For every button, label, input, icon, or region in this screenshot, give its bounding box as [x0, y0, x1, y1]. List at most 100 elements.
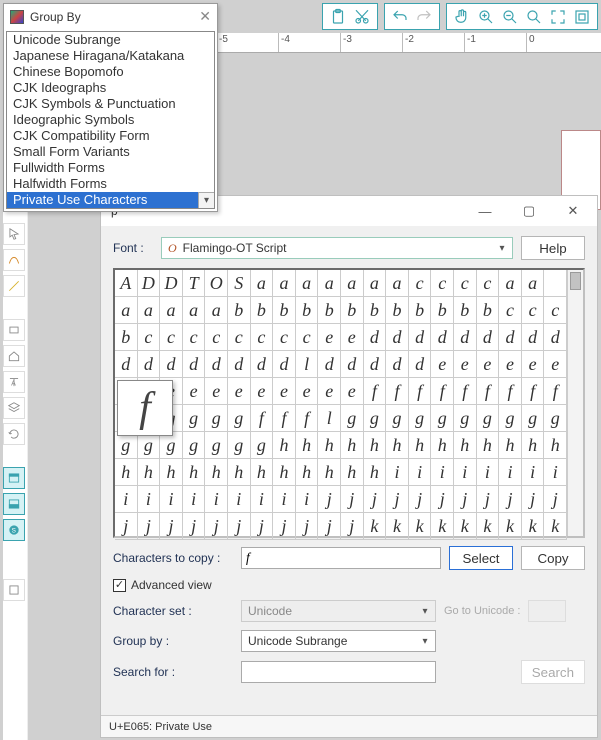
groupby-item[interactable]: CJK Compatibility Form — [7, 128, 214, 144]
glyph-cell[interactable]: l — [318, 405, 341, 432]
glyph-cell[interactable]: h — [341, 459, 364, 486]
groupby-item[interactable]: Unicode Subrange — [7, 32, 214, 48]
zoom-out-icon[interactable] — [499, 6, 521, 28]
glyph-cell[interactable]: f — [364, 378, 387, 405]
glyph-cell[interactable]: g — [183, 405, 206, 432]
glyph-cell[interactable]: c — [251, 324, 274, 351]
glyph-cell[interactable]: j — [477, 486, 500, 513]
glyph-cell[interactable]: j — [431, 486, 454, 513]
glyph-cell[interactable]: b — [318, 297, 341, 324]
charset-combo[interactable]: Unicode ▾ — [241, 600, 436, 622]
glyph-grid[interactable]: ADDTOSaaaaaaaccccaa aaaaabbbbbbbbbbbbccc… — [115, 270, 567, 536]
glyph-cell[interactable]: f — [409, 378, 432, 405]
glyph-cell[interactable]: i — [296, 486, 319, 513]
glyph-cell[interactable]: i — [477, 459, 500, 486]
glyph-cell[interactable]: d — [228, 351, 251, 378]
glyph-cell[interactable]: f — [296, 405, 319, 432]
glyph-cell[interactable]: a — [318, 270, 341, 297]
glyph-cell[interactable]: d — [409, 324, 432, 351]
glyph-cell[interactable]: e — [341, 378, 364, 405]
glyph-cell[interactable]: j — [183, 513, 206, 540]
glyph-cell[interactable]: d — [386, 324, 409, 351]
undo-icon[interactable] — [389, 6, 411, 28]
glyph-cell[interactable]: i — [160, 486, 183, 513]
glyph-cell[interactable]: j — [273, 513, 296, 540]
glyph-cell[interactable]: a — [296, 270, 319, 297]
glyph-cell[interactable]: e — [499, 351, 522, 378]
groupby-item[interactable]: CJK Ideographs — [7, 80, 214, 96]
groupby-list[interactable]: Unicode SubrangeJapanese Hiragana/Kataka… — [7, 32, 214, 208]
font-select[interactable]: O Flamingo-OT Script ▾ — [161, 237, 513, 259]
glyph-cell[interactable]: j — [522, 486, 545, 513]
goto-input[interactable] — [528, 600, 566, 622]
glyph-cell[interactable]: h — [228, 459, 251, 486]
glyph-cell[interactable]: d — [364, 324, 387, 351]
glyph-cell[interactable]: i — [251, 486, 274, 513]
search-button[interactable]: Search — [521, 660, 585, 684]
groupby-item[interactable]: Halfwidth Forms — [7, 176, 214, 192]
glyph-cell[interactable]: c — [160, 324, 183, 351]
glyph-cell[interactable]: d — [499, 324, 522, 351]
glyph-cell[interactable]: b — [341, 297, 364, 324]
glyph-cell[interactable]: h — [477, 432, 500, 459]
glyph-cell[interactable]: S — [228, 270, 251, 297]
glyph-cell[interactable]: h — [273, 432, 296, 459]
glyph-cell[interactable]: d — [544, 324, 567, 351]
minimize-button[interactable]: — — [463, 197, 507, 225]
glyph-cell[interactable]: i — [205, 486, 228, 513]
glyph-cell[interactable]: c — [296, 324, 319, 351]
glyph-cell[interactable]: O — [205, 270, 228, 297]
glyph-cell[interactable]: c — [522, 297, 545, 324]
maximize-button[interactable]: ▢ — [507, 197, 551, 225]
glyph-cell[interactable]: h — [115, 459, 138, 486]
glyph-cell[interactable]: T — [183, 270, 206, 297]
glyph-cell[interactable]: e — [477, 351, 500, 378]
glyph-cell[interactable]: D — [138, 270, 161, 297]
glyph-cell[interactable]: f — [251, 405, 274, 432]
glyph-cell[interactable]: h — [318, 432, 341, 459]
close-button[interactable]: ✕ — [551, 197, 595, 225]
glyph-cell[interactable]: k — [522, 513, 545, 540]
glyph-cell[interactable]: c — [228, 324, 251, 351]
glyph-cell[interactable]: l — [296, 351, 319, 378]
glyph-cell[interactable]: d — [341, 351, 364, 378]
glyph-cell[interactable]: f — [522, 378, 545, 405]
tool-text-icon[interactable]: A — [3, 371, 25, 393]
advanced-checkbox[interactable]: ✓ Advanced view — [113, 578, 212, 592]
glyph-cell[interactable]: h — [251, 459, 274, 486]
glyph-cell[interactable]: a — [364, 270, 387, 297]
groupby-item[interactable]: CJK Symbols & Punctuation — [7, 96, 214, 112]
glyph-cell[interactable]: c — [409, 270, 432, 297]
groupby-item[interactable]: Fullwidth Forms — [7, 160, 214, 176]
tool-layers-icon[interactable] — [3, 397, 25, 419]
glyph-cell[interactable]: b — [364, 297, 387, 324]
tool-home-icon[interactable] — [3, 345, 25, 367]
glyph-cell[interactable]: a — [273, 270, 296, 297]
glyph-cell[interactable]: h — [296, 459, 319, 486]
zoom-in-icon[interactable] — [475, 6, 497, 28]
glyph-cell[interactable]: c — [431, 270, 454, 297]
glyph-cell[interactable]: g — [499, 405, 522, 432]
glyph-cell[interactable]: g — [409, 405, 432, 432]
glyph-scrollbar[interactable] — [567, 270, 583, 536]
glyph-cell[interactable]: k — [454, 513, 477, 540]
glyph-cell[interactable]: j — [454, 486, 477, 513]
glyph-cell[interactable]: b — [454, 297, 477, 324]
glyph-cell[interactable]: h — [499, 432, 522, 459]
glyph-cell[interactable]: e — [544, 351, 567, 378]
glyph-cell[interactable]: i — [409, 459, 432, 486]
glyph-cell[interactable]: i — [499, 459, 522, 486]
glyph-cell[interactable]: e — [318, 378, 341, 405]
tool-line-icon[interactable] — [3, 275, 25, 297]
glyph-cell[interactable]: a — [183, 297, 206, 324]
glyph-cell[interactable]: a — [251, 270, 274, 297]
close-icon[interactable]: ✕ — [199, 8, 211, 25]
glyph-cell[interactable]: e — [431, 351, 454, 378]
glyph-cell[interactable]: j — [544, 486, 567, 513]
glyph-cell[interactable]: h — [183, 459, 206, 486]
glyph-cell[interactable]: i — [431, 459, 454, 486]
glyph-cell[interactable] — [544, 270, 567, 297]
glyph-cell[interactable]: g — [205, 405, 228, 432]
select-button[interactable]: Select — [449, 546, 513, 570]
glyph-cell[interactable]: j — [364, 486, 387, 513]
